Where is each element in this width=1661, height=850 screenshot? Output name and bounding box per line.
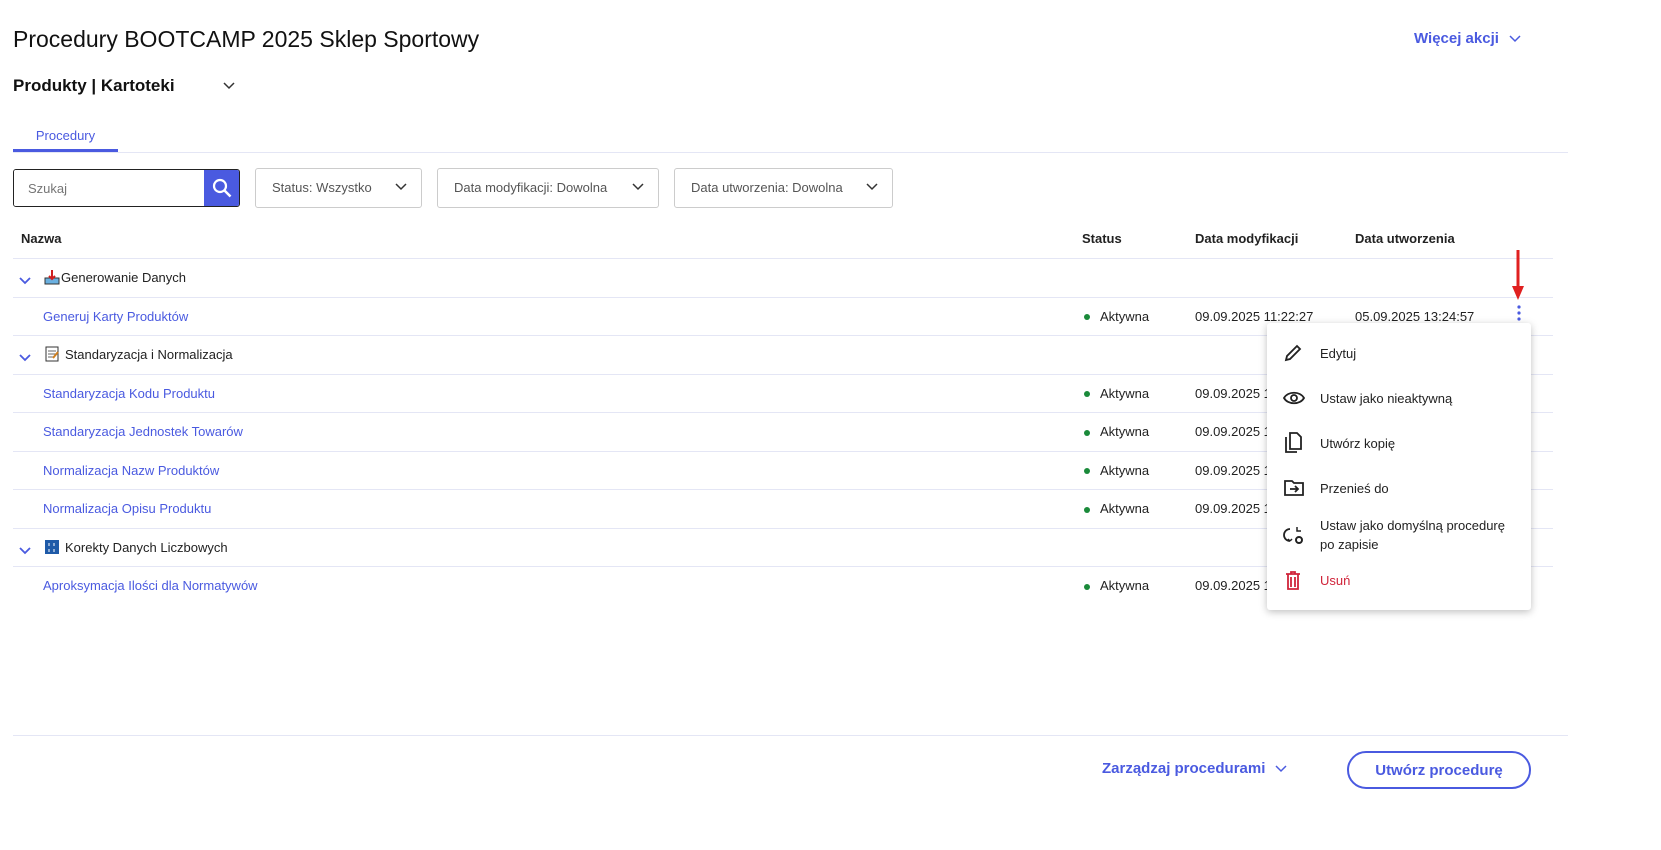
procedure-link[interactable]: Normalizacja Opisu Produktu (43, 501, 211, 516)
group-name: Generowanie Danych (61, 270, 187, 285)
group-icon (44, 269, 60, 288)
column-header-created[interactable]: Data utworzenia (1355, 231, 1455, 246)
modified-cell: 09.09.2025 11:22:27 (1195, 308, 1314, 324)
modified-cell: 09.09.2025 1 (1195, 385, 1271, 401)
status-dot (1084, 429, 1090, 436)
chevron-down-icon[interactable] (19, 273, 31, 288)
group-name: Korekty Danych Liczbowych (65, 539, 228, 555)
status-label: Aktywna (1100, 462, 1150, 478)
menu-label: Edytuj (1320, 345, 1357, 361)
status-label: Aktywna (1100, 385, 1150, 401)
more-options-icon[interactable] (1516, 305, 1522, 321)
menu-label: Utwórz kopię (1320, 435, 1396, 451)
chevron-down-icon[interactable] (19, 350, 31, 365)
chevron-down-icon (223, 82, 235, 90)
filter-label: Status: Wszystko (272, 179, 372, 195)
status-label: Aktywna (1100, 424, 1150, 439)
modified-cell: 09.09.2025 1 (1195, 462, 1271, 478)
status-cell: Aktywna (1084, 501, 1149, 516)
modified-cell: 09.09.2025 1 (1195, 501, 1271, 516)
status-dot (1084, 583, 1090, 590)
chevron-down-icon (395, 183, 407, 191)
status-label: Aktywna (1100, 501, 1150, 516)
tab-divider (13, 152, 1568, 153)
modified-date-filter[interactable]: Data modyfikacji: Dowolna (437, 168, 659, 208)
chevron-down-icon (866, 183, 878, 191)
status-cell: Aktywna (1084, 386, 1149, 401)
page-title: Procedury BOOTCAMP 2025 Sklep Sportowy (13, 26, 480, 52)
status-dot (1084, 391, 1090, 398)
red-arrow-annotation (1512, 250, 1524, 300)
procedure-link[interactable]: Standaryzacja Jednostek Towarów (43, 424, 243, 439)
footer-divider (13, 735, 1568, 736)
procedure-link[interactable]: Aproksymacja Ilości dla Normatywów (43, 578, 258, 593)
context-menu: Edytuj Ustaw jako nieaktywną Utwórz kopi… (1267, 323, 1531, 610)
created-cell: 05.09.2025 13:24:57 (1355, 308, 1475, 324)
created-date-filter[interactable]: Data utworzenia: Dowolna (674, 168, 893, 208)
modified-cell: 09.09.2025 1 (1195, 578, 1271, 593)
procedure-link[interactable]: Standaryzacja Kodu Produktu (43, 386, 215, 401)
status-dot (1084, 314, 1090, 321)
status-dot (1084, 468, 1090, 475)
group-icon (44, 539, 60, 558)
status-filter[interactable]: Status: Wszystko (255, 168, 422, 208)
copy-icon (1285, 432, 1302, 453)
status-label: Aktywna (1100, 308, 1150, 324)
create-procedure-button[interactable]: Utwórz procedurę (1347, 751, 1531, 789)
search-icon (212, 178, 231, 198)
group-name: Standaryzacja i Normalizacja (65, 347, 233, 362)
manage-procedures-button[interactable]: Zarządzaj procedurami (1102, 760, 1287, 777)
status-cell: Aktywna (1084, 424, 1149, 439)
tab-procedury[interactable]: Procedury (13, 128, 118, 152)
procedure-link[interactable]: Normalizacja Nazw Produktów (43, 463, 219, 478)
group-row[interactable]: Generowanie Danych (13, 258, 1553, 297)
search-input[interactable] (14, 170, 204, 206)
chevron-down-icon (632, 183, 644, 191)
chevron-down-icon (1275, 764, 1287, 772)
status-cell: Aktywna (1084, 463, 1149, 478)
status-cell: Aktywna (1084, 309, 1149, 324)
chevron-down-icon (1509, 34, 1521, 42)
more-actions-button[interactable]: Więcej akcji (1414, 30, 1521, 47)
status-cell: Aktywna (1084, 578, 1149, 593)
column-header-modified[interactable]: Data modyfikacji (1195, 231, 1298, 246)
pencil-icon (1284, 344, 1302, 362)
refresh-gear-icon (1283, 527, 1303, 544)
filter-label: Data utworzenia: Dowolna (691, 179, 843, 195)
module-label: Produkty | Kartoteki (13, 76, 175, 95)
manage-label: Zarządzaj procedurami (1102, 760, 1266, 777)
status-dot (1084, 506, 1090, 513)
menu-label: Ustaw jako nieaktywną (1320, 390, 1453, 406)
menu-label: Ustaw jako domyślną procedurę po zapisie (1320, 518, 1505, 552)
menu-label: Usuń (1320, 572, 1351, 588)
menu-label: Przenieś do (1320, 480, 1389, 496)
column-header-name[interactable]: Nazwa (21, 231, 61, 246)
chevron-down-icon[interactable] (19, 543, 31, 558)
folder-move-icon (1284, 480, 1304, 496)
column-header-status[interactable]: Status (1082, 231, 1122, 246)
eye-icon (1283, 391, 1305, 405)
filter-label: Data modyfikacji: Dowolna (454, 179, 608, 195)
module-selector[interactable]: Produkty | Kartoteki (13, 76, 235, 96)
status-label: Aktywna (1100, 578, 1150, 593)
search-box (13, 169, 240, 207)
group-icon (44, 346, 60, 365)
trash-icon (1286, 571, 1300, 590)
modified-cell: 09.09.2025 1 (1195, 424, 1271, 439)
search-button[interactable] (204, 170, 239, 206)
procedure-link[interactable]: Generuj Karty Produktów (43, 309, 188, 324)
more-actions-label: Więcej akcji (1414, 30, 1499, 47)
